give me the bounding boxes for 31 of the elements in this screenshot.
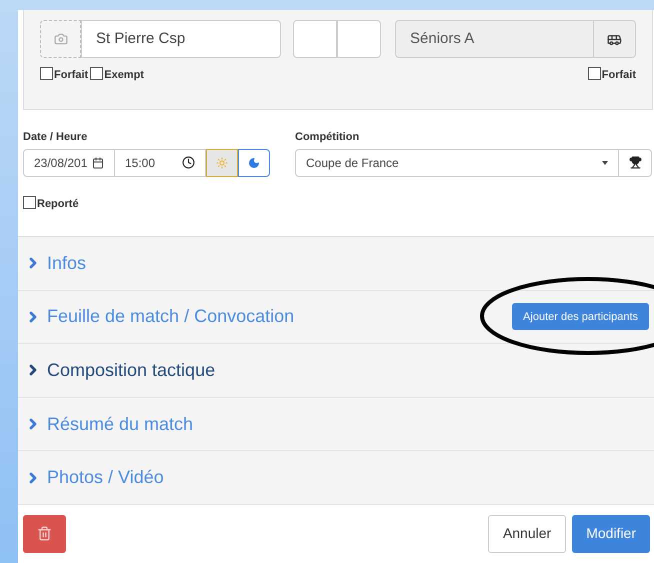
cancel-button[interactable]: Annuler	[488, 514, 566, 553]
checkbox-label: Forfait	[602, 68, 636, 83]
team-field: Séniors A	[395, 20, 594, 58]
delete-button[interactable]	[23, 514, 66, 553]
checkbox[interactable]	[40, 67, 53, 80]
checkbox[interactable]	[90, 67, 104, 80]
checkbox-label: Reporté	[37, 196, 79, 212]
submit-button[interactable]: Modifier	[572, 514, 650, 553]
checkbox[interactable]	[23, 196, 36, 209]
checkbox[interactable]	[588, 67, 601, 80]
moon-toggle[interactable]	[238, 148, 270, 176]
team-field[interactable]: St Pierre Csp	[81, 20, 281, 58]
add-participants-button[interactable]: Ajouter des participants	[512, 303, 649, 330]
trash-icon	[37, 526, 52, 542]
sun-toggle[interactable]	[206, 148, 238, 176]
checkbox-label: Exempt	[104, 68, 144, 83]
clock-icon	[182, 156, 195, 169]
calendar-icon	[92, 156, 104, 168]
competition-select[interactable]: Coupe de France	[295, 148, 619, 176]
score-field[interactable]	[337, 20, 381, 58]
checkbox-label: Forfait	[54, 68, 88, 83]
sun-icon	[216, 156, 228, 168]
bus-icon[interactable]	[594, 20, 636, 58]
score-field[interactable]	[293, 20, 337, 58]
trophy-icon[interactable]	[619, 148, 652, 176]
field-label: Compétition	[295, 130, 360, 145]
date-field[interactable]: 23/08/201	[23, 148, 115, 176]
section-header[interactable]: Composition tactique	[25, 356, 216, 384]
moon-icon	[248, 156, 260, 168]
time-field[interactable]: 15:00	[115, 148, 206, 176]
field-label: Date / Heure	[23, 130, 88, 145]
